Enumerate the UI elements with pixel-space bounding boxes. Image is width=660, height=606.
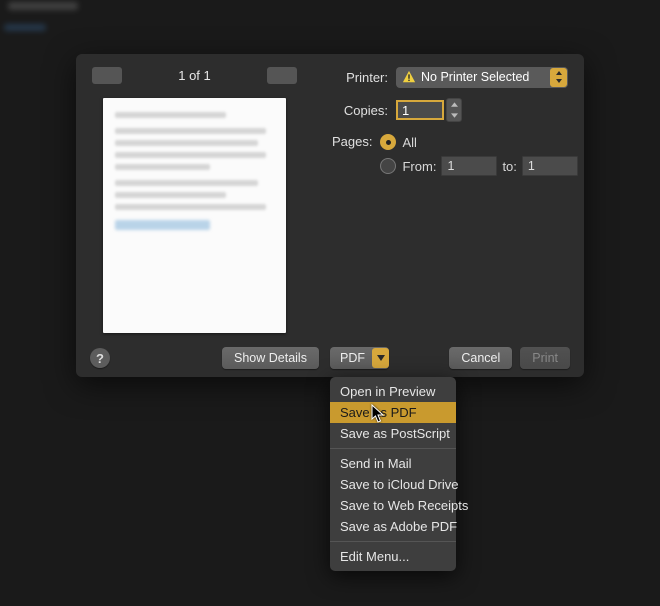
printer-selected-text: No Printer Selected <box>421 70 529 84</box>
pdf-dropdown-button[interactable]: PDF <box>330 347 389 369</box>
preview-next-button[interactable] <box>267 67 297 84</box>
menu-separator <box>330 448 456 449</box>
preview-pane: 1 of 1 <box>92 64 297 333</box>
printer-label: Printer: <box>332 70 388 85</box>
pages-from-input[interactable]: 1 <box>441 156 497 176</box>
cancel-button[interactable]: Cancel <box>449 347 512 369</box>
background-blur <box>0 0 200 40</box>
chevron-down-icon <box>372 348 389 368</box>
printer-select[interactable]: No Printer Selected <box>396 67 568 88</box>
preview-prev-button[interactable] <box>92 67 122 84</box>
dropdown-arrows-icon <box>550 68 567 87</box>
pdf-menu-item[interactable]: Send in Mail <box>330 453 456 474</box>
pdf-menu-item[interactable]: Open in Preview <box>330 381 456 402</box>
document-thumbnail <box>103 98 286 333</box>
help-button[interactable]: ? <box>90 348 110 368</box>
pdf-menu-item[interactable]: Save to iCloud Drive <box>330 474 456 495</box>
pdf-menu-item[interactable]: Save as PostScript <box>330 423 456 444</box>
pages-all-radio[interactable] <box>380 134 396 150</box>
pages-from-label: From: <box>402 159 436 174</box>
pages-label: Pages: <box>332 132 372 149</box>
menu-separator <box>330 541 456 542</box>
pdf-button-label: PDF <box>340 351 365 365</box>
pages-all-label: All <box>402 135 416 150</box>
pdf-menu-item[interactable]: Save as Adobe PDF <box>330 516 456 537</box>
print-button[interactable]: Print <box>520 347 570 369</box>
pages-to-input[interactable]: 1 <box>522 156 578 176</box>
pdf-menu-item[interactable]: Save as PDF <box>330 402 456 423</box>
pdf-menu-item[interactable]: Edit Menu... <box>330 546 456 567</box>
pdf-menu: Open in PreviewSave as PDFSave as PostSc… <box>330 377 456 571</box>
copies-label: Copies: <box>332 103 388 118</box>
pages-range-radio[interactable] <box>380 158 396 174</box>
print-options: Printer: No Printer Selected Copies: 1 P… <box>332 66 568 186</box>
pdf-menu-item[interactable]: Save to Web Receipts <box>330 495 456 516</box>
show-details-button[interactable]: Show Details <box>222 347 319 369</box>
copies-input[interactable]: 1 <box>396 100 444 120</box>
page-counter: 1 of 1 <box>178 68 211 83</box>
copies-stepper[interactable] <box>446 98 462 122</box>
warning-icon <box>402 70 416 84</box>
pages-to-label: to: <box>502 159 516 174</box>
print-dialog: 1 of 1 Printer: No Printer Selected <box>76 54 584 377</box>
